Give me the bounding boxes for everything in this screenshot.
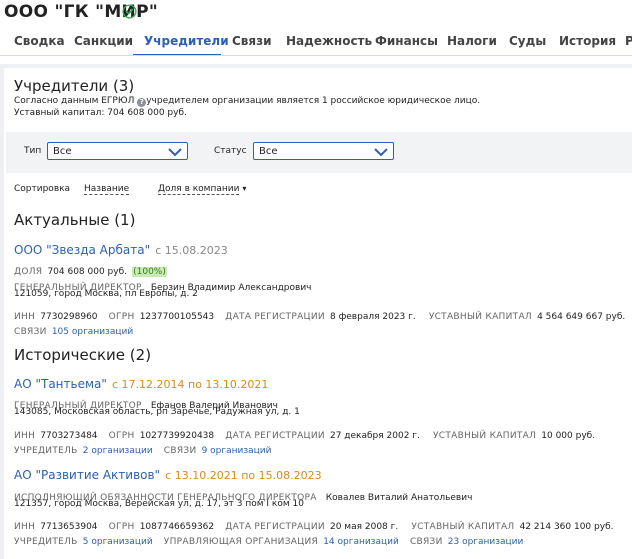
reg-date-value: 8 февраля 2023 г. bbox=[329, 312, 416, 322]
check-circle-icon bbox=[122, 4, 137, 19]
relations-row: УЧРЕДИТЕЛЬ 5 организаций УПРАВЛЯЮЩАЯ ОРГ… bbox=[14, 529, 523, 548]
tab-taxes[interactable]: Налоги bbox=[447, 26, 497, 56]
founder-date: с 13.10.2021 по 15.08.2023 bbox=[165, 469, 322, 482]
capital-label: УСТАВНЫЙ КАПИТАЛ bbox=[428, 312, 532, 322]
tab-sanctions[interactable]: Санкции bbox=[74, 26, 133, 56]
mgmt-org-label: УПРАВЛЯЮЩАЯ ОРГАНИЗАЦИЯ bbox=[163, 537, 319, 547]
links-link[interactable]: 23 организации bbox=[448, 537, 524, 547]
filter-bar: Тип Все Статус Все bbox=[6, 132, 632, 173]
capital-value: 10 000 руб. bbox=[541, 431, 596, 441]
links-label: СВЯЗИ bbox=[409, 537, 443, 547]
mgmt-org-link[interactable]: 14 организаций bbox=[323, 537, 399, 547]
links-label: СВЯЗИ bbox=[14, 327, 47, 337]
sort-arrow-icon: ▾ bbox=[242, 184, 247, 193]
founders-heading: Учредители (3) bbox=[14, 77, 135, 95]
reg-date-value: 27 декабря 2002 г. bbox=[329, 431, 420, 441]
type-filter-select[interactable]: Все bbox=[47, 142, 188, 160]
address: 121059, город Москва, пл Европы, д. 2 bbox=[14, 289, 198, 299]
founders-panel: Учредители (3) Согласно данным ЕГРЮЛ ? уч… bbox=[4, 68, 632, 559]
tab-reliability[interactable]: Надежность bbox=[286, 26, 372, 56]
ogrn-value: 1237700105543 bbox=[139, 312, 215, 322]
current-founder-title: ООО "Звезда Арбата" с 15.08.2023 bbox=[14, 239, 228, 258]
relations-row: УЧРЕДИТЕЛЬ 2 организации СВЯЗИ 9 организ… bbox=[14, 438, 272, 457]
historic-heading: Исторические (2) bbox=[14, 346, 152, 364]
founder-date: с 15.08.2023 bbox=[155, 244, 228, 257]
tab-more[interactable]: Р bbox=[625, 26, 632, 56]
status-filter-select[interactable]: Все bbox=[253, 142, 394, 160]
egrul-note-prefix: Согласно данным ЕГРЮЛ bbox=[14, 96, 135, 106]
historic-founder-title: АО "Развитие Активов" с 13.10.2021 по 15… bbox=[14, 464, 322, 483]
links-row: СВЯЗИ 105 организаций bbox=[14, 319, 133, 338]
header-divider bbox=[0, 55, 632, 56]
address: 121357, город Москва, Верейская ул, д. 1… bbox=[14, 499, 304, 509]
status-filter-label: Статус bbox=[214, 146, 247, 156]
sort-label: Сортировка bbox=[14, 184, 71, 194]
historic-founder-title: АО "Тантьема" с 17.12.2014 по 13.10.2021 bbox=[14, 373, 268, 392]
reg-date-label: ДАТА РЕГИСТРАЦИИ bbox=[225, 312, 325, 322]
links-label: СВЯЗИ bbox=[163, 446, 197, 456]
founder-name-link[interactable]: ООО "Звезда Арбата" bbox=[14, 243, 150, 257]
founder-link[interactable]: 5 организаций bbox=[83, 537, 153, 547]
tab-history[interactable]: История bbox=[559, 26, 616, 56]
egrul-note-suffix: учредителем организации является 1 росси… bbox=[146, 96, 481, 106]
director-name: Ковалев Виталий Анатольевич bbox=[325, 493, 473, 503]
founder-name-link[interactable]: АО "Развитие Активов" bbox=[14, 468, 160, 482]
status-filter-value: Все bbox=[259, 146, 278, 157]
tab-finance[interactable]: Финансы bbox=[375, 26, 438, 56]
tab-bar: Сводка Санкции Учредители Связи Надежнос… bbox=[0, 26, 632, 56]
egrul-note: Согласно данным ЕГРЮЛ ? учредителем орган… bbox=[14, 96, 480, 107]
authorized-capital: Уставный капитал: 704 608 000 руб. bbox=[14, 108, 187, 118]
tab-links[interactable]: Связи bbox=[232, 26, 272, 56]
sort-by-name[interactable]: Название bbox=[84, 184, 130, 195]
question-circle-icon[interactable]: ? bbox=[137, 98, 147, 107]
type-filter-value: Все bbox=[53, 146, 72, 157]
founder-label: УЧРЕДИТЕЛЬ bbox=[14, 537, 78, 547]
links-link[interactable]: 9 организаций bbox=[202, 446, 272, 456]
page-header: ООО "ГК "МИР" Сводка Санкции Учредители … bbox=[0, 0, 632, 64]
chevron-down-icon bbox=[374, 148, 388, 157]
tab-summary[interactable]: Сводка bbox=[14, 26, 65, 56]
capital-value: 42 214 360 100 руб. bbox=[519, 522, 614, 532]
founder-date: с 17.12.2014 по 13.10.2021 bbox=[111, 378, 269, 391]
founder-link[interactable]: 2 организации bbox=[83, 446, 153, 456]
founder-label: УЧРЕДИТЕЛЬ bbox=[14, 446, 78, 456]
links-link[interactable]: 105 организаций bbox=[52, 327, 133, 337]
chevron-down-icon bbox=[168, 148, 182, 157]
founder-name-link[interactable]: АО "Тантьема" bbox=[14, 377, 107, 391]
sort-by-share-label: Доля в компании bbox=[158, 184, 240, 195]
tab-courts[interactable]: Суды bbox=[509, 26, 546, 56]
type-filter-label: Тип bbox=[24, 146, 42, 156]
address: 143085, Московская область, рп Заречье, … bbox=[14, 407, 300, 417]
capital-value: 4 564 649 667 руб. bbox=[537, 312, 626, 322]
sort-by-share[interactable]: Доля в компании ▾ bbox=[158, 184, 247, 195]
tab-founders[interactable]: Учредители bbox=[144, 26, 229, 56]
current-heading: Актуальные (1) bbox=[14, 211, 136, 229]
capital-label: УСТАВНЫЙ КАПИТАЛ bbox=[433, 431, 537, 441]
